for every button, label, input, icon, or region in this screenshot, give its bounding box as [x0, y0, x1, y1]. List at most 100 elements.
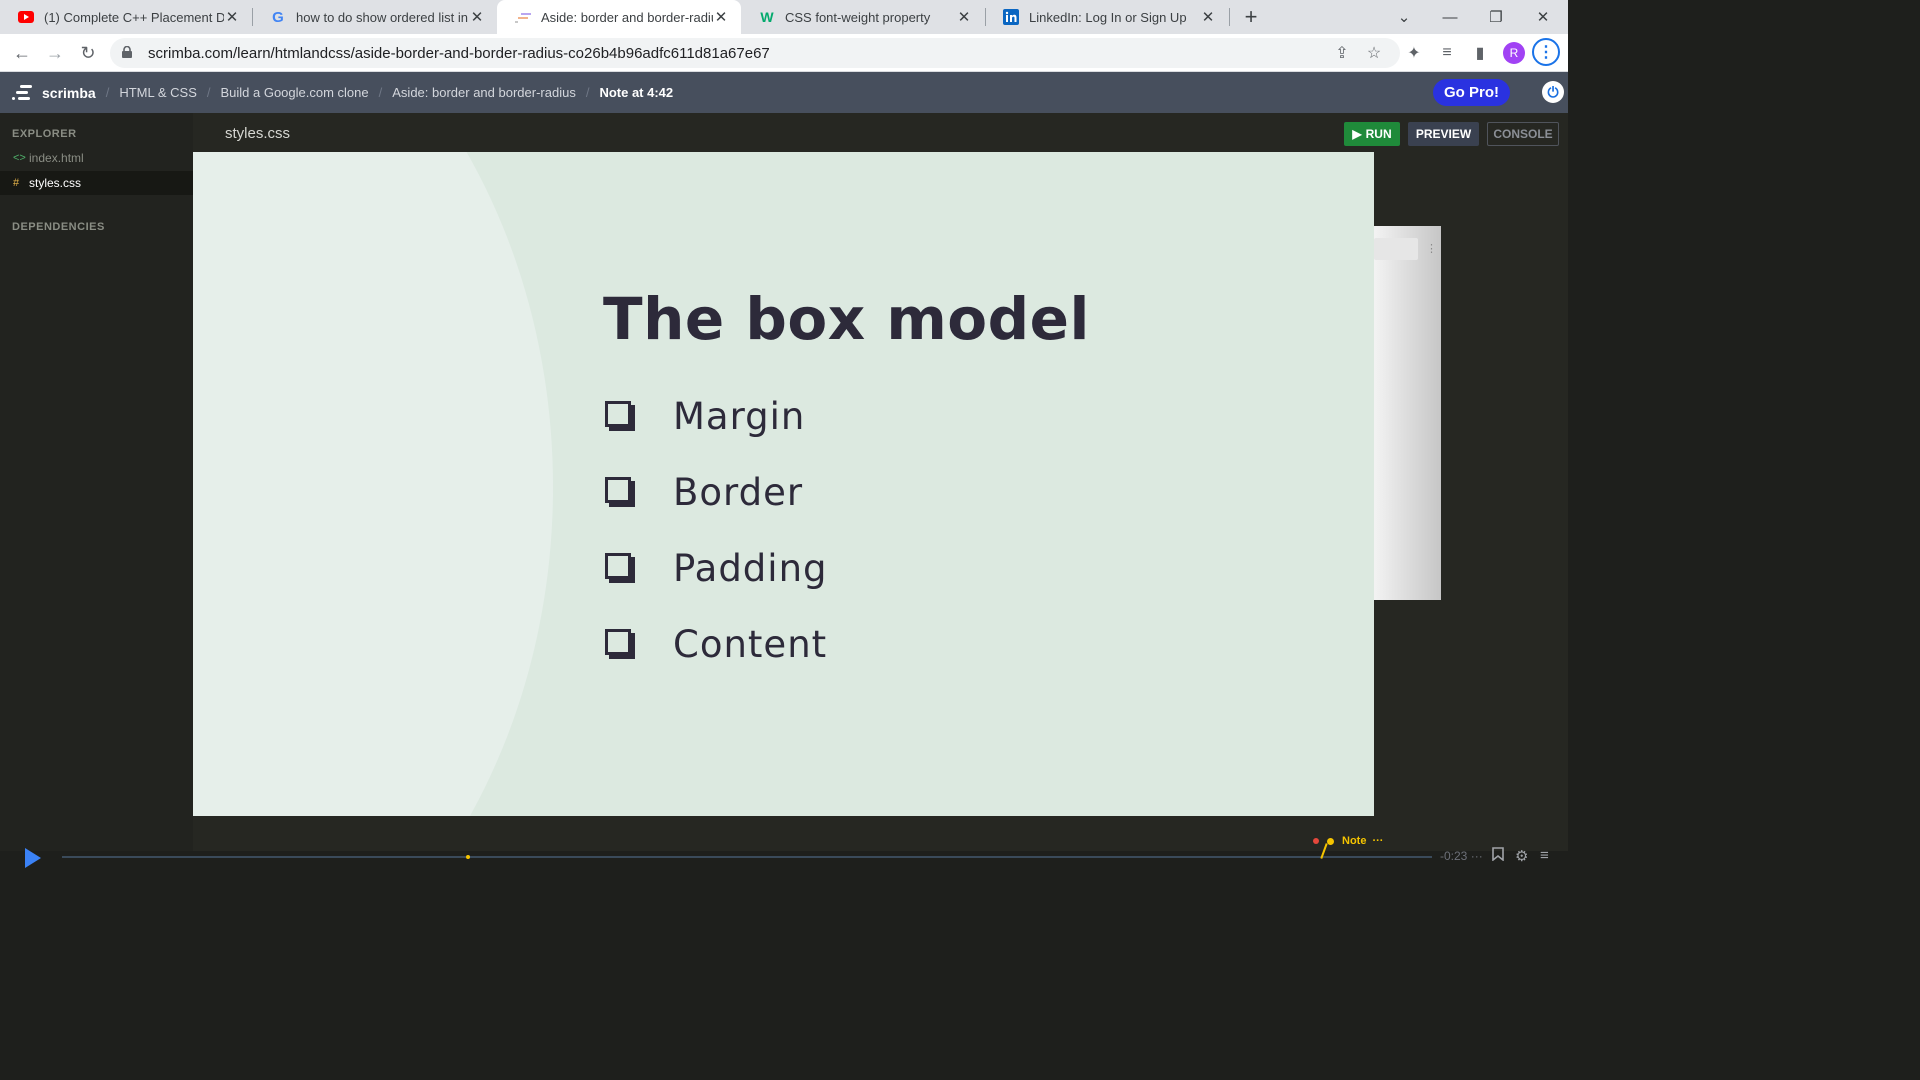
lesson-slide: The box model Margin Border Padding Cont…	[193, 152, 1374, 816]
browser-menu-icon[interactable]: ⋮	[1532, 38, 1560, 66]
breadcrumb-google-clone[interactable]: Build a Google.com clone	[220, 85, 368, 100]
tab-title: LinkedIn: Log In or Sign Up	[1029, 9, 1187, 25]
file-name: styles.css	[29, 176, 82, 190]
reload-icon[interactable]: ↻	[74, 39, 102, 67]
forward-arrow-icon[interactable]: →	[41, 39, 69, 67]
slide-list-item: Content	[603, 619, 827, 669]
browser-tab-strip: (1) Complete C++ Placement DS/ ✕ G how t…	[0, 0, 1568, 34]
checkbox-icon	[603, 475, 637, 509]
slide-list-item: Border	[603, 467, 803, 517]
media-queue-icon[interactable]: ≡	[1433, 39, 1461, 67]
preview-button[interactable]: PREVIEW	[1408, 122, 1479, 146]
scrimba-logo[interactable]: scrimba	[12, 84, 96, 101]
w3schools-icon: W	[760, 9, 774, 25]
slide-list-item: Margin	[603, 391, 805, 441]
note-more-icon[interactable]: ···	[1372, 835, 1383, 847]
share-icon[interactable]: ⇪	[1328, 39, 1356, 67]
console-button[interactable]: CONSOLE	[1487, 122, 1559, 146]
lock-icon	[122, 45, 136, 61]
breadcrumb-current-note: Note at 4:42	[599, 85, 674, 100]
time-remaining-value: -0:23	[1440, 849, 1468, 863]
slide-item-label: Border	[673, 470, 804, 514]
slide-background-curve	[193, 152, 553, 816]
timeline-marker[interactable]	[466, 855, 470, 859]
breadcrumb-separator: /	[378, 85, 383, 100]
settings-gear-icon[interactable]: ⚙	[1515, 847, 1528, 865]
slide-list-item: Padding	[603, 543, 828, 593]
breadcrumb-separator: /	[585, 85, 590, 100]
checkbox-icon	[603, 551, 637, 585]
side-panel-icon[interactable]: ▮	[1466, 39, 1494, 67]
back-arrow-icon[interactable]: ←	[8, 39, 36, 67]
browser-tab-youtube[interactable]: (1) Complete C++ Placement DS/ ✕	[0, 0, 252, 34]
profile-avatar[interactable]: R	[1503, 42, 1525, 64]
tab-title: (1) Complete C++ Placement DS/	[44, 9, 224, 25]
file-name: index.html	[29, 151, 84, 165]
bookmark-icon[interactable]	[1492, 847, 1504, 865]
slide-title: The box model	[603, 285, 1090, 353]
tab-title: Aside: border and border-radius	[541, 9, 713, 25]
breadcrumb: / HTML & CSS / Build a Google.com clone …	[96, 85, 673, 100]
play-icon: ▶	[1352, 127, 1362, 141]
time-remaining: -0:23 ···	[1440, 849, 1483, 863]
run-button[interactable]: ▶ RUN	[1344, 122, 1400, 146]
browser-toolbar: ← → ↻ scrimba.com/learn/htmlandcss/aside…	[0, 34, 1568, 72]
scrimba-logo-icon	[12, 84, 32, 101]
close-tab-icon[interactable]: ✕	[1200, 8, 1216, 26]
note-marker[interactable]: Note ···	[1313, 835, 1383, 847]
minimize-icon[interactable]: —	[1427, 0, 1473, 34]
new-tab-button[interactable]: +	[1228, 0, 1274, 34]
slide-item-label: Padding	[673, 546, 828, 590]
browser-tab-scrimba[interactable]: Aside: border and border-radius ✕	[497, 0, 741, 34]
file-index-html[interactable]: <> index.html	[0, 146, 193, 170]
run-label: RUN	[1365, 127, 1392, 141]
browser-tab-linkedin[interactable]: LinkedIn: Log In or Sign Up ✕	[985, 0, 1228, 34]
tab-search-chevron-icon[interactable]: ⌄	[1381, 0, 1427, 34]
close-window-icon[interactable]: ✕	[1520, 0, 1566, 34]
close-tab-icon[interactable]: ✕	[224, 8, 240, 26]
linkedin-icon	[1003, 9, 1019, 25]
explorer-heading: EXPLORER	[12, 128, 77, 140]
time-more-icon[interactable]: ···	[1471, 849, 1483, 863]
note-label: Note	[1342, 835, 1367, 847]
scrimba-header: scrimba / HTML & CSS / Build a Google.co…	[0, 72, 1568, 113]
tab-title: how to do show ordered list in ro	[296, 9, 469, 25]
preview-menu-icon[interactable]: ⋮	[1426, 242, 1437, 255]
checkbox-icon	[603, 627, 637, 661]
go-pro-button[interactable]: Go Pro!	[1433, 79, 1510, 106]
address-bar[interactable]: scrimba.com/learn/htmlandcss/aside-borde…	[110, 38, 1400, 68]
scrimba-icon	[515, 9, 531, 25]
breadcrumb-separator: /	[105, 85, 110, 100]
close-tab-icon[interactable]: ✕	[956, 8, 972, 26]
explorer-sidebar: EXPLORER <> index.html # styles.css DEPE…	[0, 113, 193, 851]
record-dot-icon	[1313, 838, 1319, 844]
power-icon[interactable]: ⏻	[1542, 81, 1564, 103]
slide-item-label: Margin	[673, 394, 806, 438]
breadcrumb-separator: /	[206, 85, 211, 100]
browser-tab-w3schools[interactable]: W CSS font-weight property ✕	[741, 0, 984, 34]
css-file-icon: #	[13, 177, 20, 189]
timeline-scrubber[interactable]	[62, 856, 1432, 858]
file-styles-css[interactable]: # styles.css	[0, 171, 193, 195]
restore-window-icon[interactable]: ❐	[1473, 0, 1519, 34]
breadcrumb-lesson[interactable]: Aside: border and border-radius	[392, 85, 576, 100]
checkbox-icon	[603, 399, 637, 433]
editor-file-tab[interactable]: styles.css	[225, 125, 290, 142]
bookmark-star-icon[interactable]: ☆	[1360, 39, 1388, 67]
close-tab-icon[interactable]: ✕	[713, 8, 729, 26]
tab-title: CSS font-weight property	[785, 9, 931, 25]
logo-text: scrimba	[42, 84, 96, 101]
url-text: scrimba.com/learn/htmlandcss/aside-borde…	[148, 44, 770, 62]
play-icon[interactable]	[25, 848, 41, 868]
extensions-puzzle-icon[interactable]: ✦	[1400, 39, 1428, 67]
breadcrumb-html-css[interactable]: HTML & CSS	[119, 85, 197, 100]
browser-tab-google[interactable]: G how to do show ordered list in ro ✕	[252, 0, 497, 34]
youtube-icon	[18, 9, 34, 25]
close-tab-icon[interactable]: ✕	[469, 8, 485, 26]
slide-item-label: Content	[673, 622, 828, 666]
note-pin-icon	[1327, 837, 1334, 845]
menu-list-icon[interactable]: ≡	[1540, 847, 1549, 864]
html-file-icon: <>	[13, 152, 26, 164]
dependencies-heading[interactable]: DEPENDENCIES	[12, 221, 105, 233]
preview-address-bar	[1374, 238, 1418, 260]
